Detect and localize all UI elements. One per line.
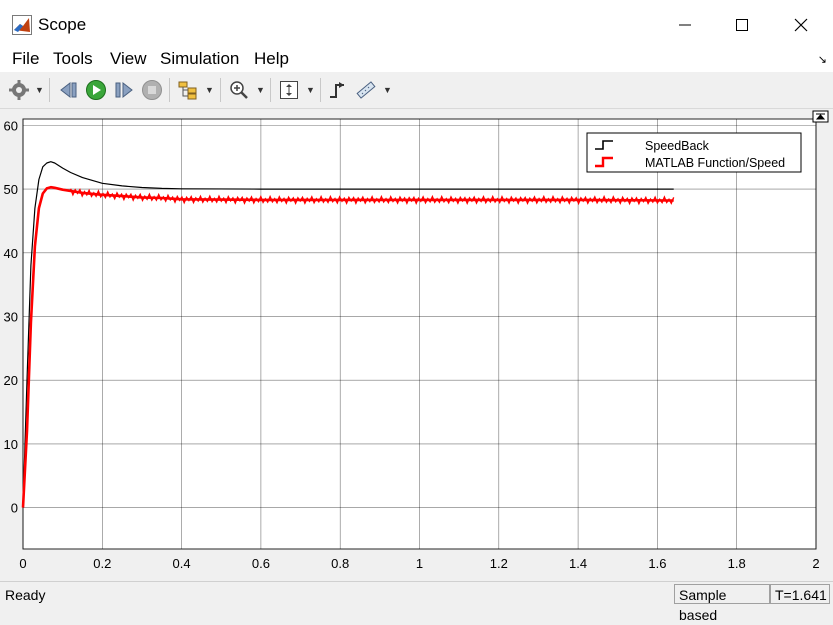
step-forward-icon[interactable] [113, 79, 135, 101]
menu-file[interactable]: File [12, 49, 39, 69]
x-tick-label: 1.6 [648, 556, 666, 571]
status-bar: Ready Sample based T=1.641 [0, 581, 833, 623]
y-tick-label: 20 [4, 373, 18, 388]
plot-area: 0 0.2 0.4 0.6 0.8 1 1.2 1.4 1.6 1.8 2 0 10 20 30 40 50 60… [0, 109, 833, 581]
zoom-dropdown-icon[interactable]: ▼ [256, 85, 265, 95]
zoom-in-icon[interactable] [228, 79, 250, 101]
signal-dropdown-icon[interactable]: ▼ [205, 85, 214, 95]
sample-mode-indicator: Sample based [674, 584, 770, 623]
menu-simulation[interactable]: Simulation [160, 49, 239, 69]
x-tick-label: 2 [812, 556, 819, 571]
fit-axes-icon[interactable] [278, 79, 300, 101]
x-tick-label: 1.2 [490, 556, 508, 571]
window-title: Scope [38, 15, 87, 34]
legend-entry: MATLAB Function/Speed [645, 156, 785, 170]
dock-arrow-icon[interactable]: ↘ [818, 53, 827, 66]
menu-tools[interactable]: Tools [53, 49, 93, 69]
toolbar: ▼ ▼ ▼ ▼ ▼ [0, 72, 833, 109]
maximize-icon [736, 19, 748, 31]
minimize-icon [679, 24, 691, 26]
settings-icon[interactable] [8, 79, 30, 101]
toolbar-separator [320, 78, 321, 102]
x-tick-label: 1 [416, 556, 423, 571]
close-icon [794, 18, 808, 32]
triggers-icon[interactable] [327, 79, 349, 101]
settings-dropdown-icon[interactable]: ▼ [35, 85, 44, 95]
y-tick-label: 60 [4, 118, 18, 133]
y-tick-label: 0 [11, 501, 18, 516]
scope-chart[interactable]: 0 0.2 0.4 0.6 0.8 1 1.2 1.4 1.6 1.8 20102030405060… [0, 109, 833, 581]
fit-dropdown-icon[interactable]: ▼ [306, 85, 315, 95]
y-tick-label: 10 [4, 437, 18, 452]
maximize-button[interactable] [712, 0, 772, 48]
stop-icon[interactable] [141, 79, 163, 101]
x-tick-label: 1.4 [569, 556, 587, 571]
x-tick-label: 0 [19, 556, 26, 571]
title-bar: Scope [0, 0, 833, 48]
run-icon[interactable] [85, 79, 107, 101]
y-tick-label: 40 [4, 246, 18, 261]
toolbar-separator [270, 78, 271, 102]
menu-help[interactable]: Help [254, 49, 289, 69]
x-tick-label: 1.8 [728, 556, 746, 571]
y-tick-label: 50 [4, 182, 18, 197]
menu-bar: File Tools View Simulation Help ↘ [0, 48, 833, 72]
x-tick-label: 0.4 [173, 556, 191, 571]
toolbar-separator [169, 78, 170, 102]
legend-entry: SpeedBack [645, 139, 710, 153]
x-tick-label: 0.6 [252, 556, 270, 571]
y-tick-label: 30 [4, 309, 18, 324]
status-text: Ready [5, 587, 46, 603]
toolbar-separator [220, 78, 221, 102]
simulation-time: T=1.641 [770, 584, 830, 604]
cursor-measurements-icon[interactable] [355, 79, 377, 101]
toolbar-separator [49, 78, 50, 102]
menu-view[interactable]: View [110, 49, 147, 69]
x-tick-label: 0.2 [93, 556, 111, 571]
matlab-icon [12, 15, 32, 35]
step-back-icon[interactable] [58, 79, 80, 101]
minimize-button[interactable] [655, 0, 715, 48]
measurements-dropdown-icon[interactable]: ▼ [383, 85, 392, 95]
signal-tree-icon[interactable] [177, 79, 199, 101]
x-tick-label: 0.8 [331, 556, 349, 571]
close-button[interactable] [771, 0, 831, 48]
